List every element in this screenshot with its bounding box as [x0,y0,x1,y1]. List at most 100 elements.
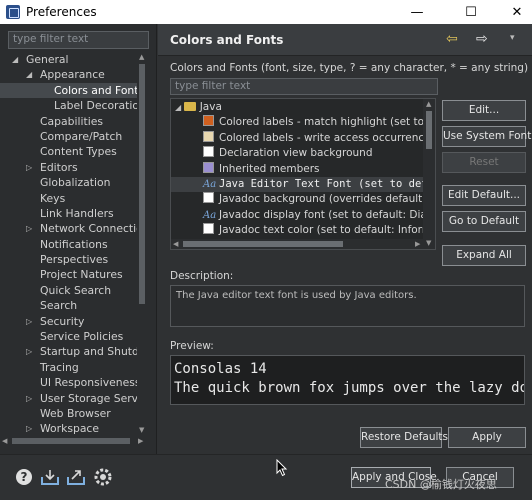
expanded-twisty-icon[interactable]: ◢ [175,103,184,112]
font-tree-item-label: Javadoc display font (set to default: Di… [219,208,435,221]
use-system-font-button[interactable]: Use System Font [442,126,531,147]
tree-item[interactable]: Search [0,298,147,313]
tree-item[interactable]: Tracing [0,360,147,375]
scroll-down-icon[interactable]: ▼ [426,239,431,247]
scroll-left-icon[interactable]: ◀ [173,240,178,248]
tree-item[interactable]: ▷ Network Connections [0,221,147,236]
tree-item[interactable]: ▷ Security [0,314,147,329]
export-icon[interactable] [66,467,86,487]
tree-item[interactable]: ◢ Appearance [0,67,147,82]
preference-page: Colors and Fonts ⇦ ⇨ ▾ Colors and Fonts … [158,24,532,454]
font-tree-vertical-scrollbar[interactable]: ▲ ▼ [423,99,435,249]
scroll-right-icon[interactable]: ▶ [138,437,143,445]
font-tree-item[interactable]: Inherited members [171,161,425,177]
settings-icon[interactable] [93,467,113,487]
tree-item-label: Compare/Patch [40,129,123,143]
tree-item-label: Perspectives [40,253,109,267]
watermark-text: CSDN @榆钱灯火夜思 [385,478,497,491]
tree-vertical-scrollbar[interactable]: ▲ ▼ [137,52,147,436]
edit-button[interactable]: Edit... [442,100,526,121]
description-box: The Java editor text font is used by Jav… [170,285,525,327]
go-to-default-button[interactable]: Go to Default [442,211,526,232]
tree-item[interactable]: Notifications [0,237,147,252]
back-arrow-icon[interactable]: ⇦ [446,31,458,47]
font-tree-item[interactable]: Colored labels - match highlight (set to… [171,115,435,130]
tree-item[interactable]: Project Natures [0,267,147,282]
font-tree-item[interactable]: AaJava Editor Text Font (set to default:… [171,177,435,193]
collapsed-twisty-icon[interactable]: ▷ [26,160,32,175]
font-tree-horizontal-thumb[interactable] [183,241,343,247]
scroll-up-icon[interactable]: ▲ [139,53,144,61]
scroll-right-icon[interactable]: ▶ [415,240,420,248]
tree-item[interactable]: ▷ User Storage Service [0,391,147,406]
tree-item[interactable]: Colors and Fonts [0,82,147,99]
tree-item[interactable]: Label Decorations [0,98,147,113]
scroll-down-icon[interactable]: ▼ [139,426,144,434]
import-icon[interactable] [40,467,60,487]
tree-vertical-scroll-thumb[interactable] [139,64,145,304]
tree-item[interactable]: ▷ Editors [0,160,147,175]
tree-item[interactable]: ▷ Startup and Shutdown [0,344,147,359]
font-tree-item-label: Declaration view background [219,147,373,160]
maximize-button[interactable]: ☐ [448,0,494,24]
tree-item-label: Appearance [40,68,105,82]
expand-all-button[interactable]: Expand All [442,245,526,266]
tree-item-label: Project Natures [40,268,123,282]
font-tree-item[interactable]: Colored labels - write access occurrence… [171,130,435,146]
preference-navigation-pane: type filter text ◢ General ◢ Appearance Colo… [0,24,157,454]
expanded-twisty-icon[interactable]: ◢ [26,67,32,82]
tree-item[interactable]: UI Responsiveness Monitoring [0,375,147,390]
apply-button[interactable]: Apply [448,427,526,448]
font-tree-horizontal-scrollbar[interactable]: ◀ ▶ [171,239,425,249]
font-tree-item[interactable]: Javadoc background (overrides default: I… [171,192,435,207]
font-tree-item[interactable]: Javadoc text color (set to default: Info… [171,223,435,238]
help-icon[interactable]: ? [14,467,34,487]
tree-item[interactable]: Content Types [0,144,147,159]
tree-item-label: Tracing [40,360,79,374]
tree-item[interactable]: ▷ Workspace [0,421,147,436]
forward-arrow-icon[interactable]: ⇨ [476,31,488,47]
font-filter-input[interactable]: type filter text [170,78,438,95]
collapsed-twisty-icon[interactable]: ▷ [26,314,32,329]
minimize-button[interactable]: — [394,0,440,24]
tree-item[interactable]: Service Policies [0,329,147,344]
scroll-left-icon[interactable]: ◀ [2,437,7,445]
font-tree-item[interactable]: Aa Javadoc display font (set to default: … [171,208,435,223]
tree-item-label: Colors and Fonts [54,83,145,97]
tree-item[interactable]: Globalization [0,175,147,190]
view-menu-icon[interactable]: ▾ [510,33,515,43]
scroll-up-icon[interactable]: ▲ [426,100,431,108]
font-tree-item-label: Javadoc text color (set to default: Info… [219,224,435,237]
collapsed-twisty-icon[interactable]: ▷ [26,391,32,406]
tree-item[interactable]: Capabilities [0,114,147,129]
font-tree-item-label: Java [199,101,222,113]
collapsed-twisty-icon[interactable]: ▷ [26,344,32,359]
reset-button[interactable]: Reset [442,152,526,173]
tree-item[interactable]: Perspectives [0,252,147,267]
tree-horizontal-scrollbar[interactable]: ◀ ▶ [0,436,147,446]
font-tree-scroll-thumb[interactable] [426,111,432,149]
tree-item[interactable]: Web Browser [0,406,147,421]
tree-item[interactable]: Compare/Patch [0,129,147,144]
left-filter-input[interactable]: type filter text [8,31,149,49]
tree-horizontal-scroll-thumb[interactable] [12,438,130,444]
expanded-twisty-icon[interactable]: ◢ [12,52,18,67]
window-title: Preferences [26,5,97,19]
collapsed-twisty-icon[interactable]: ▷ [26,221,32,236]
collapsed-twisty-icon[interactable]: ▷ [26,421,32,436]
tree-item[interactable]: Link Handlers [0,206,147,221]
close-button[interactable]: ✕ [494,0,532,24]
java-category-icon [183,102,196,111]
tree-item-label: Link Handlers [40,206,114,220]
preview-label: Preview: [170,340,214,352]
font-icon: Aa [203,209,217,221]
tree-item[interactable]: ◢ General [0,52,147,67]
restore-defaults-button[interactable]: Restore Defaults [360,427,448,448]
tree-item[interactable]: Quick Search [0,283,147,298]
edit-default-button[interactable]: Edit Default... [442,185,526,206]
tree-item-label: Service Policies [40,330,124,344]
color-swatch-icon [203,223,214,235]
font-tree-item[interactable]: ◢ Java [171,100,425,115]
font-tree-item[interactable]: Declaration view background [171,146,425,161]
tree-item[interactable]: Keys [0,191,147,206]
